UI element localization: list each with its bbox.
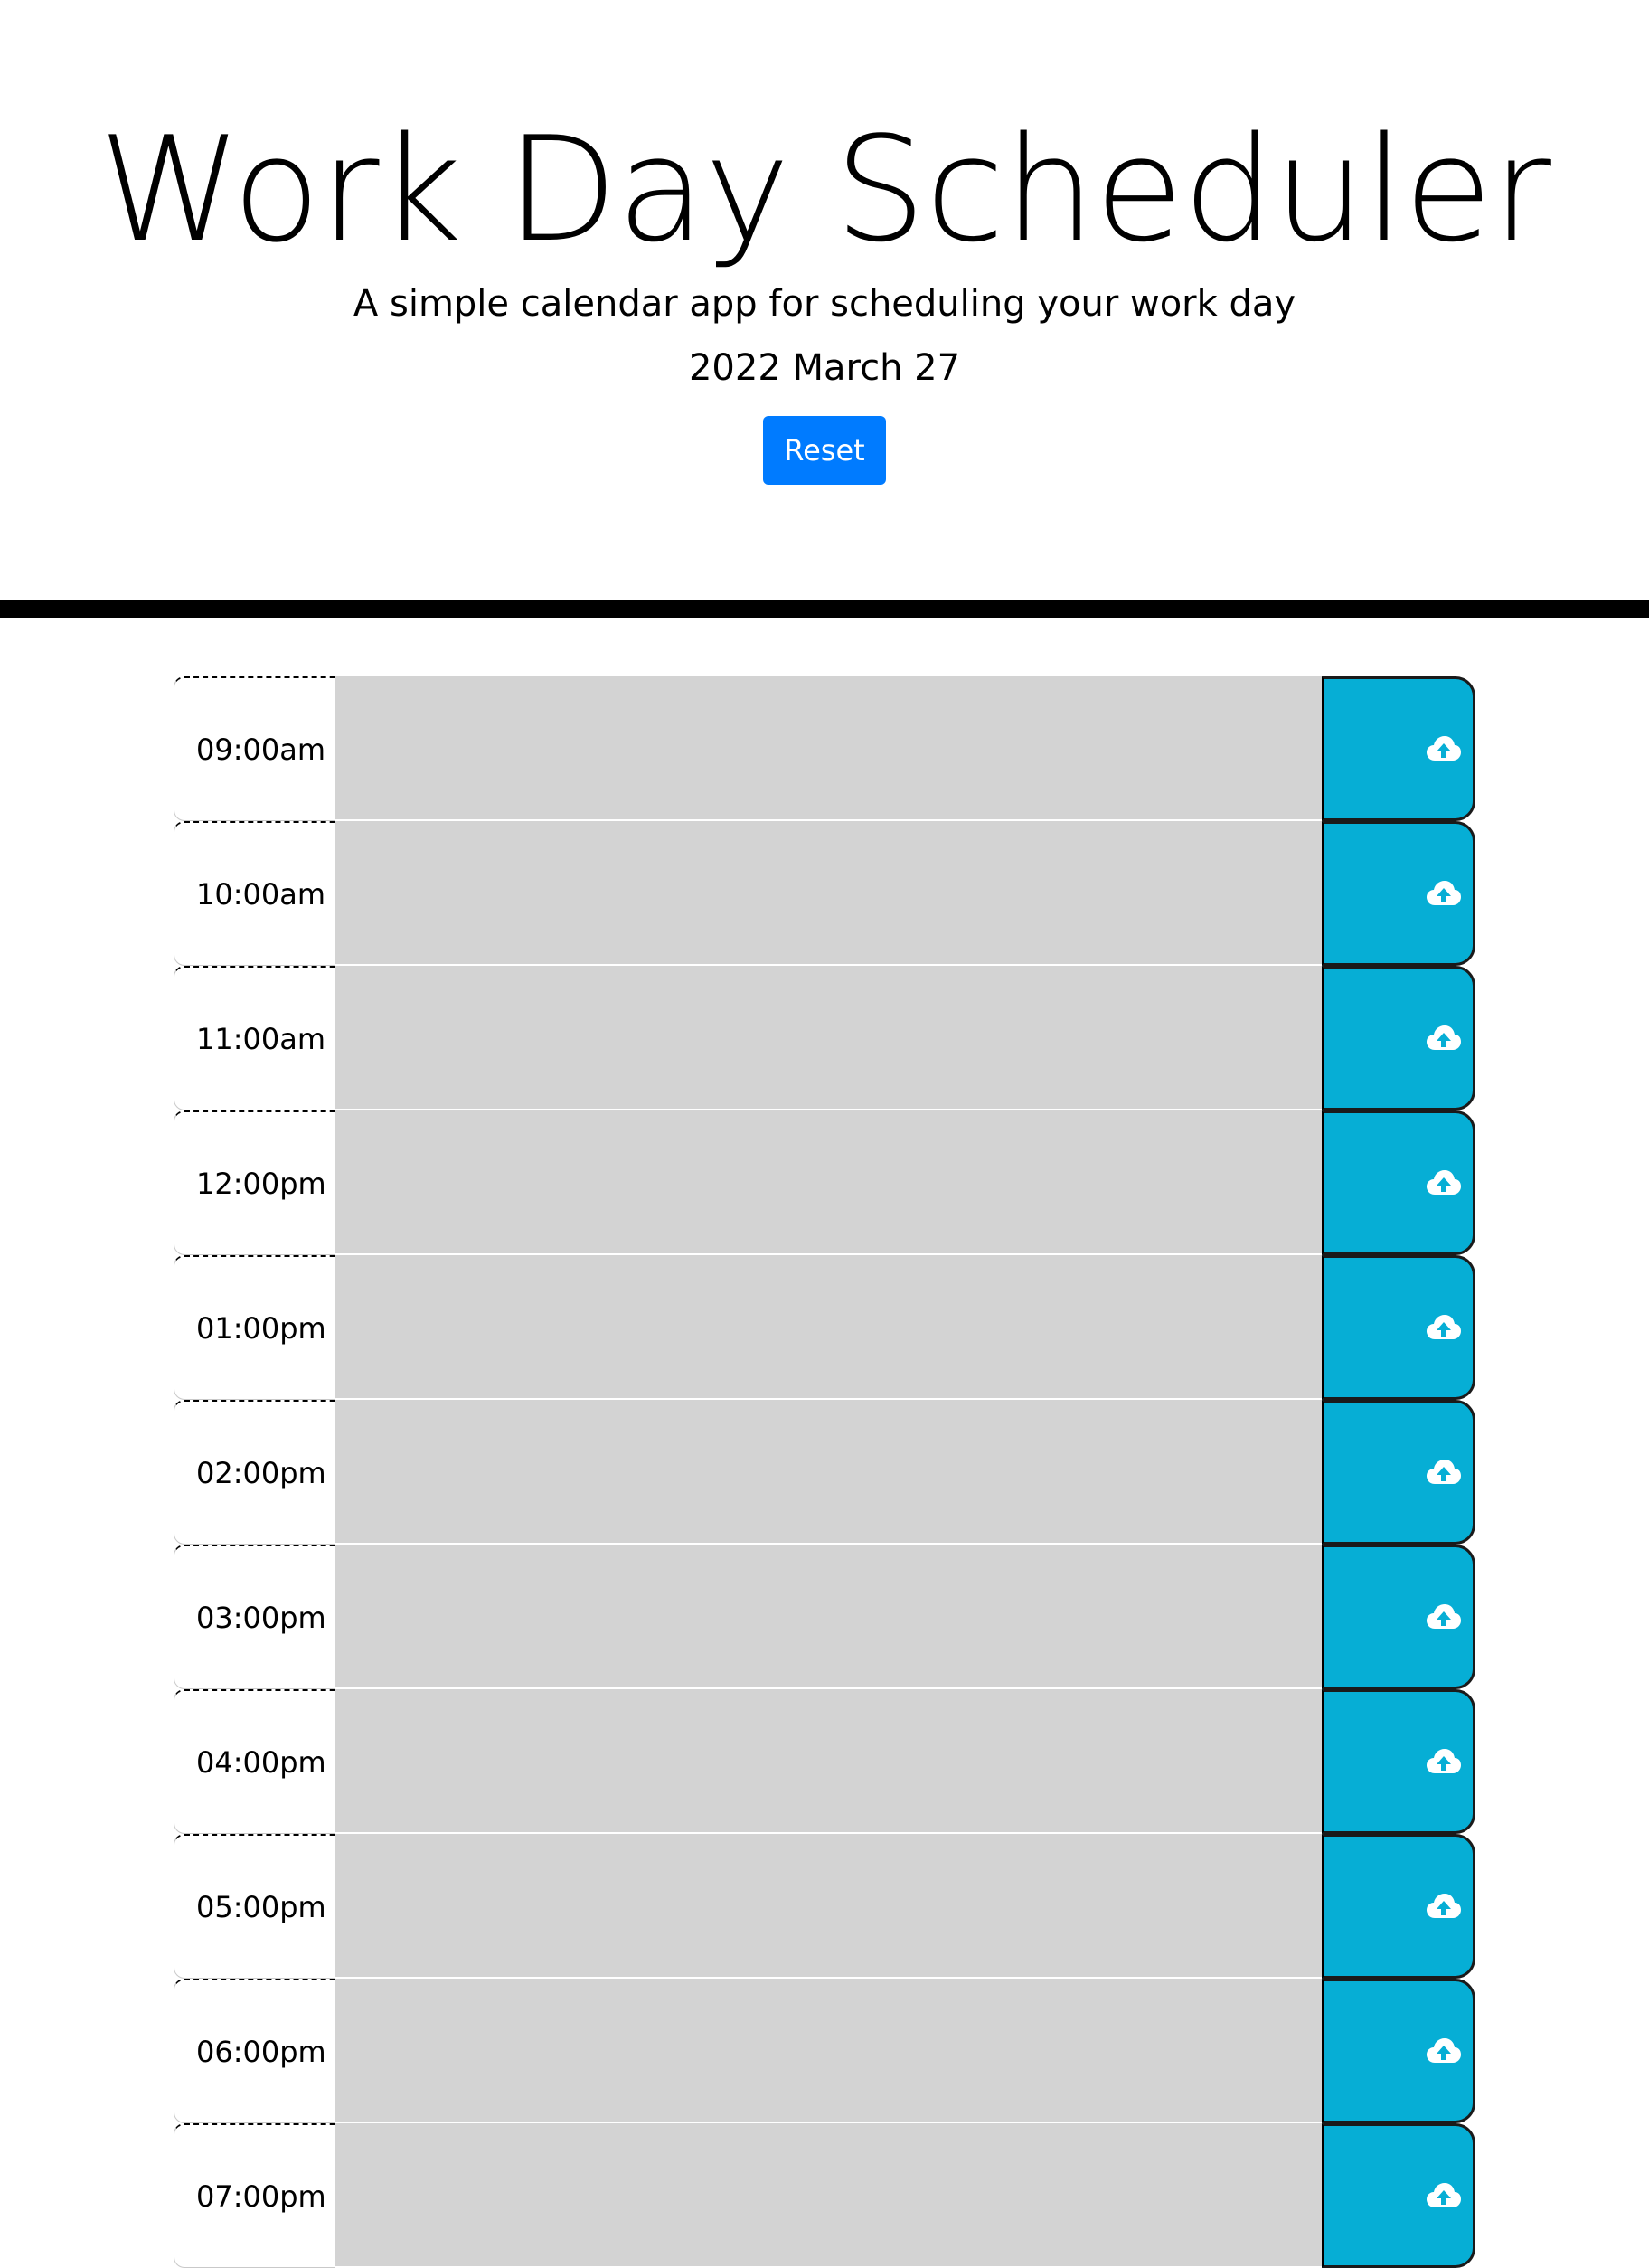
save-button[interactable] xyxy=(1322,1255,1475,1400)
page-title: Work Day Scheduler xyxy=(99,105,1551,274)
event-description-input[interactable] xyxy=(335,1110,1322,1255)
save-button[interactable] xyxy=(1322,1400,1475,1545)
time-block: 11:00am xyxy=(174,966,1475,1110)
hour-label: 04:00pm xyxy=(174,1689,335,1834)
save-button[interactable] xyxy=(1322,821,1475,966)
time-block: 10:00am xyxy=(174,821,1475,966)
cloud-upload-icon xyxy=(1427,1170,1461,1195)
save-button[interactable] xyxy=(1322,2123,1475,2268)
hour-label: 05:00pm xyxy=(174,1834,335,1979)
save-button[interactable] xyxy=(1322,1110,1475,1255)
cloud-upload-icon xyxy=(1427,1460,1461,1484)
save-button[interactable] xyxy=(1322,1979,1475,2123)
cloud-upload-icon xyxy=(1427,2038,1461,2063)
time-block: 12:00pm xyxy=(174,1110,1475,1255)
event-description-input[interactable] xyxy=(335,1689,1322,1834)
header: Work Day Scheduler A simple calendar app… xyxy=(0,0,1649,618)
hour-label: 02:00pm xyxy=(174,1400,335,1545)
cloud-upload-icon xyxy=(1427,1894,1461,1918)
time-block: 07:00pm xyxy=(174,2123,1475,2268)
event-description-input[interactable] xyxy=(335,821,1322,966)
event-description-input[interactable] xyxy=(335,1400,1322,1545)
hour-label: 07:00pm xyxy=(174,2123,335,2268)
cloud-upload-icon xyxy=(1427,1749,1461,1773)
event-description-input[interactable] xyxy=(335,2123,1322,2268)
hour-label: 09:00am xyxy=(174,676,335,821)
event-description-input[interactable] xyxy=(335,1834,1322,1979)
hour-label: 12:00pm xyxy=(174,1110,335,1255)
event-description-input[interactable] xyxy=(335,1979,1322,2123)
cloud-upload-icon xyxy=(1427,2183,1461,2207)
hour-label: 06:00pm xyxy=(174,1979,335,2123)
event-description-input[interactable] xyxy=(335,1255,1322,1400)
hour-label: 11:00am xyxy=(174,966,335,1110)
time-block: 02:00pm xyxy=(174,1400,1475,1545)
cloud-upload-icon xyxy=(1427,881,1461,905)
cloud-upload-icon xyxy=(1427,736,1461,761)
event-description-input[interactable] xyxy=(335,966,1322,1110)
save-button[interactable] xyxy=(1322,1834,1475,1979)
time-block: 03:00pm xyxy=(174,1545,1475,1689)
time-block: 05:00pm xyxy=(174,1834,1475,1979)
time-block: 04:00pm xyxy=(174,1689,1475,1834)
hour-label: 10:00am xyxy=(174,821,335,966)
time-block: 01:00pm xyxy=(174,1255,1475,1400)
cloud-upload-icon xyxy=(1427,1315,1461,1339)
current-date: 2022 March 27 xyxy=(688,347,961,389)
cloud-upload-icon xyxy=(1427,1025,1461,1050)
schedule-container: 09:00am 10:00am 11:00am 12:00pm 01:00pm xyxy=(174,676,1475,2268)
cloud-upload-icon xyxy=(1427,1604,1461,1629)
reset-button[interactable]: Reset xyxy=(763,416,886,485)
event-description-input[interactable] xyxy=(335,1545,1322,1689)
time-block: 06:00pm xyxy=(174,1979,1475,2123)
save-button[interactable] xyxy=(1322,1689,1475,1834)
page-subtitle: A simple calendar app for scheduling you… xyxy=(353,283,1296,325)
save-button[interactable] xyxy=(1322,1545,1475,1689)
time-block: 09:00am xyxy=(174,676,1475,821)
hour-label: 01:00pm xyxy=(174,1255,335,1400)
save-button[interactable] xyxy=(1322,676,1475,821)
save-button[interactable] xyxy=(1322,966,1475,1110)
event-description-input[interactable] xyxy=(335,676,1322,821)
hour-label: 03:00pm xyxy=(174,1545,335,1689)
